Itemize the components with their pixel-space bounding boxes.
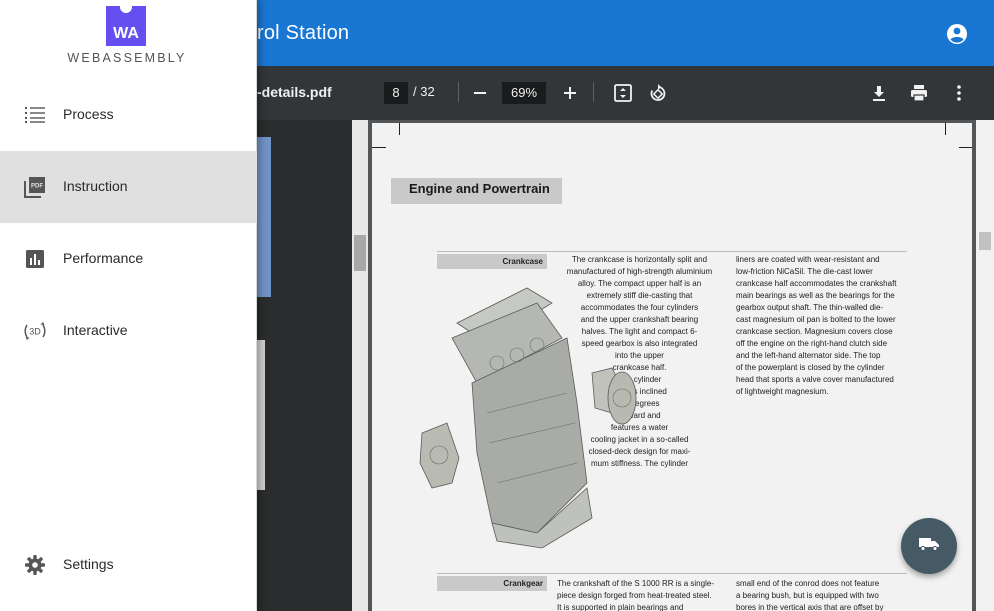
nav-item-label: Process	[63, 106, 114, 122]
text-line: crankcase half accommodates the cranksha…	[736, 279, 897, 288]
navigation-drawer: WA WEBASSEMBLY Process PDF Instruction P…	[0, 0, 257, 611]
toolbar-divider	[458, 82, 459, 102]
nav-item-instruction[interactable]: PDF Instruction	[0, 151, 257, 223]
nav-item-label: Settings	[63, 556, 114, 572]
rotate-icon[interactable]	[646, 81, 670, 105]
zoom-out-icon[interactable]	[468, 81, 492, 105]
text-line: crankcase section. Magnesium covers clos…	[736, 327, 893, 336]
page-heading: Engine and Powertrain	[409, 181, 550, 196]
bar-chart-icon	[23, 247, 47, 271]
pdf-icon: PDF	[23, 175, 47, 199]
download-icon[interactable]	[867, 81, 891, 105]
page-scrollbar[interactable]	[976, 120, 994, 611]
list-icon	[23, 103, 47, 127]
page-total: / 32	[413, 84, 435, 99]
text-line: main bearings as well as the bearings fo…	[736, 291, 895, 300]
scrollbar-thumb[interactable]	[979, 232, 991, 250]
nav-item-label: Instruction	[63, 178, 128, 194]
text-line: a bearing bush, but is equipped with two	[736, 591, 879, 600]
gear-icon	[23, 553, 47, 577]
svg-text:3D: 3D	[29, 327, 41, 337]
section-label: Crankgear	[437, 576, 547, 591]
nav-item-label: Performance	[63, 250, 144, 266]
zoom-in-icon[interactable]	[558, 81, 582, 105]
pdf-page: Engine and Powertrain Crankcase The cran…	[372, 123, 972, 611]
thumbnail[interactable]	[257, 340, 265, 490]
text-line: and the left-hand alternator side. The t…	[736, 351, 881, 360]
text-line: of the powerplant is closed by the cylin…	[736, 363, 885, 372]
print-icon[interactable]	[907, 81, 931, 105]
nav-item-label: Interactive	[63, 322, 128, 338]
account-circle-icon[interactable]	[945, 22, 969, 46]
zoom-level-input[interactable]: 69%	[502, 82, 546, 104]
webassembly-logo: WA	[106, 6, 146, 46]
nav-item-interactive[interactable]: 3D Interactive	[0, 295, 257, 367]
nav-item-settings[interactable]: Settings	[0, 529, 257, 601]
toolbar-divider	[593, 82, 594, 102]
scrollbar-thumb[interactable]	[354, 235, 366, 271]
3d-rotation-icon: 3D	[23, 319, 47, 343]
text-line: cast magnesium oil pan is bolted to the …	[736, 315, 896, 324]
more-vert-icon[interactable]	[947, 81, 971, 105]
section-text-column-2: liners are coated with wear-resistant an…	[736, 254, 916, 398]
nav-item-performance[interactable]: Performance	[0, 223, 257, 295]
text-line: piece design forged from heat-treated st…	[557, 591, 712, 600]
text-line: bores in the vertical axis that are offs…	[736, 603, 884, 611]
text-line: manufactured of high-strength aluminium	[566, 267, 713, 276]
nav-item-process[interactable]: Process	[0, 79, 257, 151]
text-line: gearbox output shaft. The thin-walled di…	[736, 303, 884, 312]
text-line: The crankcase is horizontally split and	[571, 255, 708, 264]
section-rule	[437, 573, 907, 574]
text-line: low-friction NiCaSil. The die-cast lower	[736, 267, 873, 276]
text-line: The crankshaft of the S 1000 RR is a sin…	[557, 579, 714, 588]
text-line: small end of the conrod does not feature	[736, 579, 880, 588]
truck-icon	[917, 532, 941, 561]
crop-mark	[372, 147, 386, 148]
crop-mark	[959, 147, 972, 148]
crop-mark	[399, 123, 400, 135]
section-label: Crankcase	[437, 254, 547, 269]
fit-page-icon[interactable]	[611, 81, 635, 105]
logo-letters: WA	[113, 25, 139, 42]
crop-mark	[945, 123, 946, 135]
section-text-column-1: The crankshaft of the S 1000 RR is a sin…	[557, 578, 732, 611]
logo-wordmark: WEBASSEMBLY	[67, 51, 187, 65]
text-line: off the engine on the right-hand clutch …	[736, 339, 888, 348]
truck-fab-button[interactable]	[901, 518, 957, 574]
text-line: head that sports a valve cover manufactu…	[736, 375, 894, 384]
text-line: It is supported in plain bearings and	[557, 603, 684, 611]
page-number-input[interactable]: 8	[384, 82, 408, 104]
section-rule	[437, 251, 907, 252]
pdf-filename: -details.pdf	[257, 84, 332, 100]
thumbnail-scrollbar[interactable]	[352, 120, 368, 611]
svg-text:PDF: PDF	[31, 184, 43, 190]
app-title: rol Station	[257, 22, 350, 44]
text-line: liners are coated with wear-resistant an…	[736, 255, 880, 264]
text-line: of lightweight magnesium.	[736, 387, 829, 396]
section-text-column-2: small end of the conrod does not feature…	[736, 578, 916, 611]
engine-exploded-illustration	[419, 287, 637, 549]
